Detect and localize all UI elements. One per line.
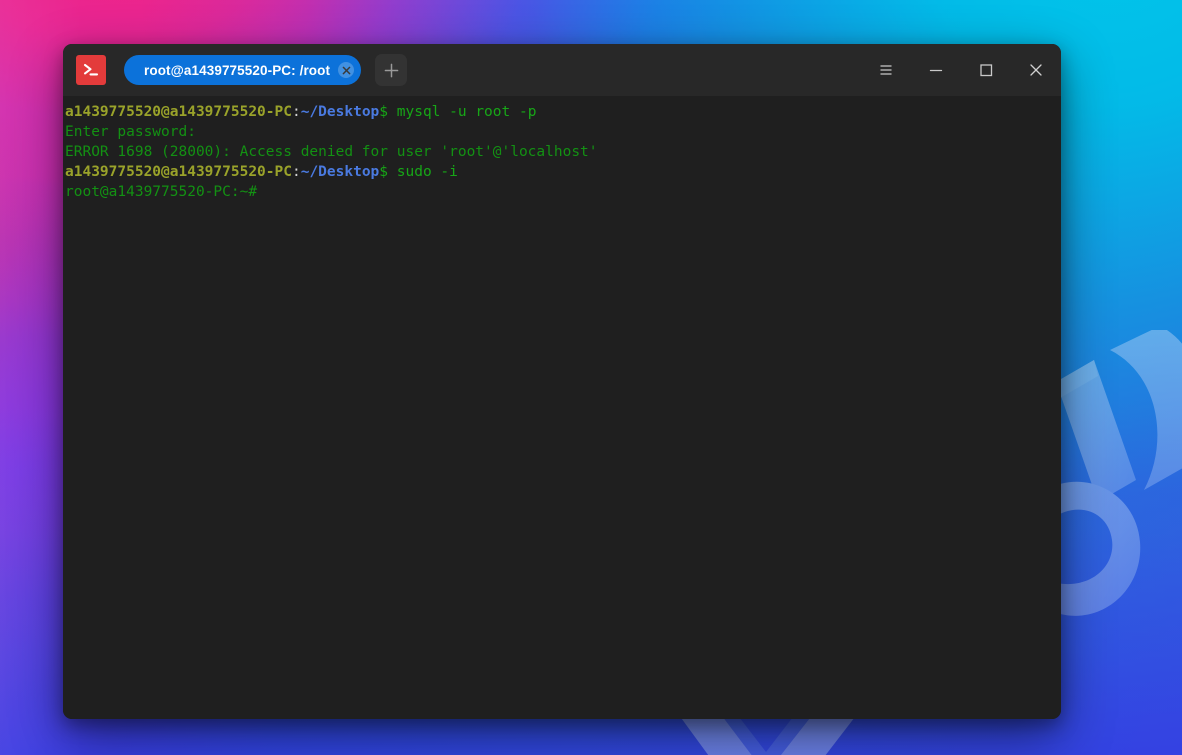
terminal-segment: ERROR 1698 (28000): Access denied for us… (65, 144, 598, 160)
terminal-line: Enter password: (64, 122, 1061, 142)
terminal-output: a1439775520@a1439775520-PC:~/Desktop$ my… (63, 102, 1061, 202)
terminal-window: root@a1439775520-PC: /root a1439775520@a… (63, 44, 1061, 719)
window-controls (861, 44, 1061, 96)
maximize-button[interactable] (961, 44, 1011, 96)
close-window-button[interactable] (1011, 44, 1061, 96)
new-tab-button[interactable] (375, 54, 408, 86)
terminal-line: root@a1439775520-PC:~# (64, 182, 1061, 202)
tab-label: root@a1439775520-PC: /root (144, 62, 331, 78)
tab-root-terminal[interactable]: root@a1439775520-PC: /root (124, 55, 362, 85)
tab-close-icon[interactable] (338, 62, 355, 78)
terminal-body[interactable]: a1439775520@a1439775520-PC:~/Desktop$ my… (63, 96, 1061, 719)
terminal-prompt-icon (76, 55, 106, 85)
minimize-button[interactable] (911, 44, 961, 96)
desktop: root@a1439775520-PC: /root a1439775520@a… (0, 0, 1182, 755)
minimize-icon (929, 69, 943, 72)
close-icon (1030, 64, 1042, 76)
terminal-line: a1439775520@a1439775520-PC:~/Desktop$ my… (64, 102, 1061, 122)
terminal-segment: : (291, 104, 301, 120)
terminal-segment: $ mysql -u root -p (379, 104, 537, 120)
terminal-segment: $ sudo -i (379, 164, 458, 180)
terminal-segment: root@a1439775520-PC:~# (65, 184, 258, 200)
terminal-segment: ~/Desktop (300, 164, 380, 180)
terminal-segment: : (291, 164, 301, 180)
terminal-segment: ~/Desktop (300, 104, 380, 120)
plus-icon (384, 63, 398, 77)
terminal-segment: a1439775520@a1439775520-PC (65, 104, 292, 120)
hamburger-menu-icon (880, 65, 892, 75)
terminal-line: a1439775520@a1439775520-PC:~/Desktop$ su… (64, 162, 1061, 182)
maximize-icon (980, 64, 993, 77)
hamburger-menu-button[interactable] (861, 44, 911, 96)
terminal-segment: a1439775520@a1439775520-PC (65, 164, 292, 180)
terminal-line: ERROR 1698 (28000): Access denied for us… (64, 142, 1061, 162)
wallpaper-letter-artwork-right (1040, 330, 1182, 620)
terminal-segment: Enter password: (65, 124, 196, 140)
window-titlebar: root@a1439775520-PC: /root (63, 44, 1061, 96)
